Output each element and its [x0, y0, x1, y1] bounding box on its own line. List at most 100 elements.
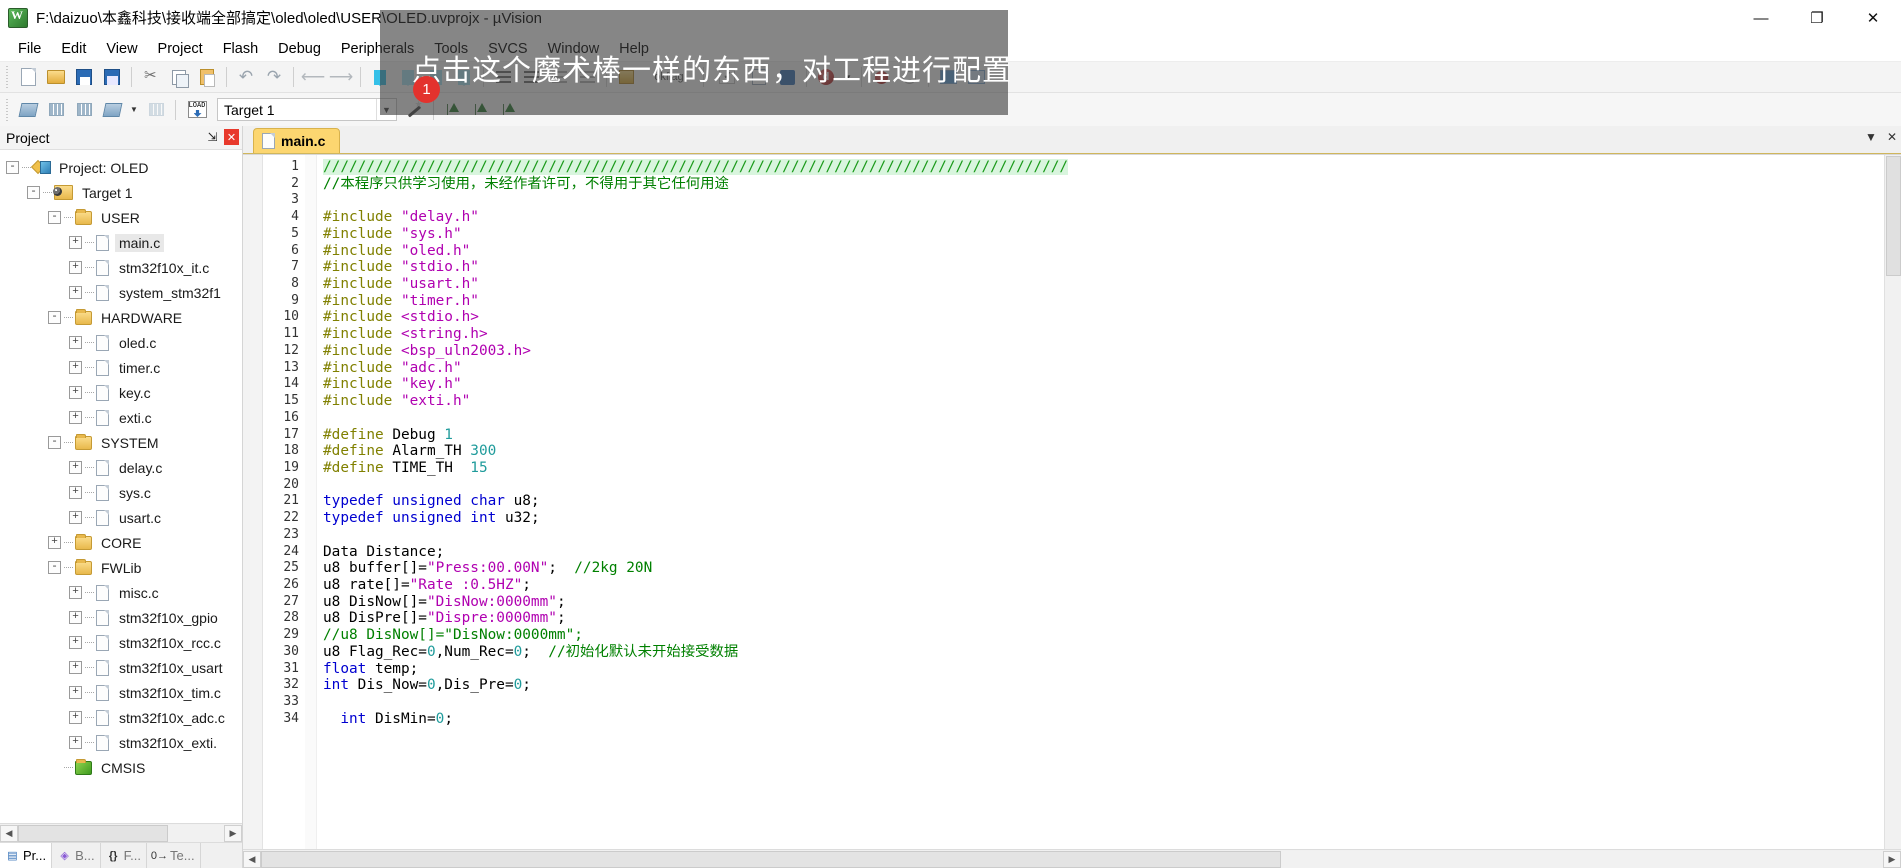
- expand-icon[interactable]: +: [69, 486, 82, 499]
- menu-item-peripherals[interactable]: Peripherals: [331, 38, 424, 60]
- pin-icon[interactable]: ⇲: [205, 129, 220, 145]
- scroll-left-button[interactable]: ◀: [0, 824, 18, 842]
- code-line[interactable]: u8 rate[]="Rate :0.5HZ";: [323, 577, 1884, 594]
- expand-icon[interactable]: +: [69, 711, 82, 724]
- expand-icon[interactable]: +: [69, 361, 82, 374]
- tab-project[interactable]: ▤ Pr...: [0, 843, 53, 868]
- toolbar-grip[interactable]: [4, 98, 11, 121]
- tree-item-usart-c[interactable]: + usart.c: [0, 505, 242, 530]
- close-button[interactable]: ✕: [1845, 0, 1901, 36]
- code-line[interactable]: int DisMin=0;: [323, 711, 1884, 728]
- project-items-button[interactable]: [468, 97, 494, 122]
- toolbar-grip[interactable]: [4, 66, 11, 88]
- code-line[interactable]: #include "stdio.h": [323, 259, 1884, 276]
- code-line[interactable]: typedef unsigned char u8;: [323, 493, 1884, 510]
- expand-icon[interactable]: +: [69, 686, 82, 699]
- editor-scroll-left-button[interactable]: ◀: [243, 850, 261, 868]
- browse-button[interactable]: [774, 65, 800, 90]
- menu-item-window[interactable]: Window: [538, 38, 610, 60]
- collapse-icon[interactable]: -: [48, 311, 61, 324]
- menu-item-view[interactable]: View: [96, 38, 147, 60]
- editor-hscrollbar[interactable]: ◀ ▶: [243, 849, 1901, 868]
- tree-item-fwlib[interactable]: - FWLib: [0, 555, 242, 580]
- tree-item-stm32f10x-adc-c[interactable]: + stm32f10x_adc.c: [0, 705, 242, 730]
- code-line[interactable]: #include "key.h": [323, 376, 1884, 393]
- tree-item-cmsis[interactable]: CMSIS: [0, 755, 242, 780]
- tree-item-stm32f10x-it-c[interactable]: + stm32f10x_it.c: [0, 255, 242, 280]
- tree-item-user[interactable]: - USER: [0, 205, 242, 230]
- manage-run-time-env-button[interactable]: [440, 97, 466, 122]
- collapse-icon[interactable]: -: [6, 161, 19, 174]
- expand-icon[interactable]: +: [69, 636, 82, 649]
- menu-item-debug[interactable]: Debug: [268, 38, 331, 60]
- project-tree[interactable]: - Project: OLED - Target 1 - USER + main.c + stm3…: [0, 150, 242, 823]
- code-line[interactable]: //u8 DisNow[]="DisNow:0000mm";: [323, 627, 1884, 644]
- code-line[interactable]: [323, 694, 1884, 711]
- tree-item-stm32f10x-usart[interactable]: + stm32f10x_usart: [0, 655, 242, 680]
- expand-icon[interactable]: +: [69, 411, 82, 424]
- tree-item-system[interactable]: - SYSTEM: [0, 430, 242, 455]
- expand-icon[interactable]: +: [69, 286, 82, 299]
- tab-functions[interactable]: {} F...: [101, 843, 147, 868]
- code-text[interactable]: ////////////////////////////////////////…: [317, 155, 1884, 849]
- code-line[interactable]: #define Alarm_TH 300: [323, 443, 1884, 460]
- build-button[interactable]: [43, 97, 69, 122]
- expand-icon[interactable]: +: [69, 261, 82, 274]
- code-line[interactable]: #include "delay.h": [323, 209, 1884, 226]
- tree-item-stm32f10x-exti[interactable]: + stm32f10x_exti.: [0, 730, 242, 755]
- tree-item-oled-c[interactable]: + oled.c: [0, 330, 242, 355]
- collapse-icon[interactable]: -: [48, 436, 61, 449]
- tree-item-misc-c[interactable]: + misc.c: [0, 580, 242, 605]
- hscroll-thumb[interactable]: [18, 824, 168, 842]
- tree-item-sys-c[interactable]: + sys.c: [0, 480, 242, 505]
- download-button[interactable]: LOAD: [182, 97, 212, 122]
- outdent-button[interactable]: [518, 65, 544, 90]
- batch-build-button[interactable]: [99, 97, 125, 122]
- expand-icon[interactable]: +: [69, 511, 82, 524]
- code-line[interactable]: #include "timer.h": [323, 293, 1884, 310]
- clear-bookmarks-button[interactable]: [451, 65, 477, 90]
- menu-item-tools[interactable]: Tools: [424, 38, 478, 60]
- expand-icon[interactable]: +: [69, 461, 82, 474]
- expand-icon[interactable]: +: [69, 336, 82, 349]
- batch-build-dropdown[interactable]: ▼: [127, 97, 141, 122]
- expand-icon[interactable]: +: [69, 661, 82, 674]
- code-line[interactable]: [323, 477, 1884, 494]
- chevron-down-icon[interactable]: ▼: [1865, 130, 1877, 144]
- tree-item-stm32f10x-rcc-c[interactable]: + stm32f10x_rcc.c: [0, 630, 242, 655]
- tab-templates[interactable]: 0→ Te...: [147, 843, 201, 868]
- breakpoint-gutter[interactable]: [243, 155, 263, 849]
- code-line[interactable]: #include "sys.h": [323, 226, 1884, 243]
- menu-item-edit[interactable]: Edit: [51, 38, 96, 60]
- undo-button[interactable]: ↶: [233, 65, 259, 90]
- save-all-button[interactable]: [99, 65, 125, 90]
- editor-vscrollbar[interactable]: [1884, 155, 1901, 849]
- expand-icon[interactable]: +: [48, 536, 61, 549]
- tree-item-timer-c[interactable]: + timer.c: [0, 355, 242, 380]
- save-button[interactable]: [71, 65, 97, 90]
- indent-button[interactable]: [490, 65, 516, 90]
- find-dropdown[interactable]: [710, 65, 744, 90]
- tree-item-target-1[interactable]: - Target 1: [0, 180, 242, 205]
- toggle-bookmark-button[interactable]: [367, 65, 393, 90]
- rebuild-button[interactable]: [71, 97, 97, 122]
- editor-tab-main-c[interactable]: main.c: [253, 128, 341, 153]
- hscroll-track[interactable]: [18, 824, 224, 842]
- expand-icon[interactable]: +: [69, 586, 82, 599]
- vscroll-thumb[interactable]: [1885, 156, 1901, 276]
- editor-hscroll-track[interactable]: [261, 850, 1883, 868]
- navigate-back-button[interactable]: ⟵: [300, 65, 326, 90]
- code-line[interactable]: int Dis_Now=0,Dis_Pre=0;: [323, 677, 1884, 694]
- editor-hscroll-thumb[interactable]: [261, 850, 1281, 868]
- menu-item-file[interactable]: File: [8, 38, 51, 60]
- tree-item-key-c[interactable]: + key.c: [0, 380, 242, 405]
- cut-button[interactable]: ✂: [138, 65, 164, 90]
- code-line[interactable]: [323, 192, 1884, 209]
- tab-books[interactable]: ◈ B...: [52, 843, 101, 868]
- code-line[interactable]: #define TIME_TH 15: [323, 460, 1884, 477]
- code-line[interactable]: #include "usart.h": [323, 276, 1884, 293]
- code-line[interactable]: #include <stdio.h>: [323, 309, 1884, 326]
- code-line[interactable]: u8 DisPre[]="Dispre:0000mm";: [323, 610, 1884, 627]
- menu-item-project[interactable]: Project: [148, 38, 213, 60]
- comment-button[interactable]: [546, 65, 572, 90]
